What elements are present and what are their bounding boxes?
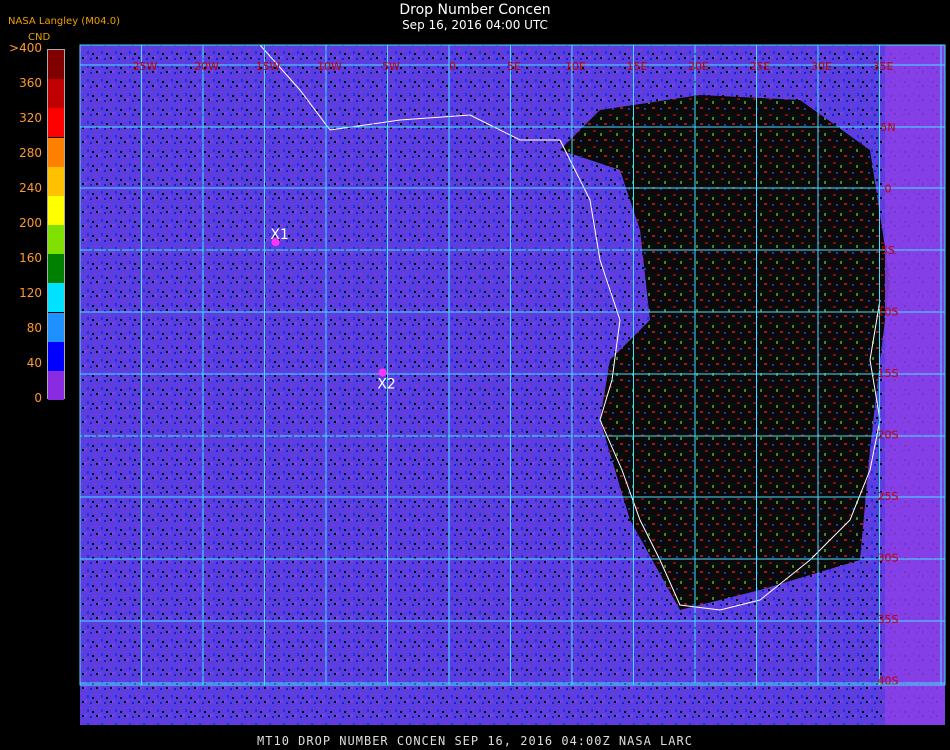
latitude-label: 40S: [878, 675, 899, 688]
longitude-label: 35E: [873, 60, 894, 73]
colorbar-segment: [48, 341, 64, 371]
colorbar-segment: [48, 79, 64, 109]
latitude-label: 30S: [878, 552, 899, 565]
longitude-label: 0: [449, 60, 456, 73]
longitude-label: 25W: [133, 60, 158, 73]
colorbar-segment: [48, 50, 64, 80]
longitude-label: 15W: [256, 60, 281, 73]
longitude-label: 5W: [382, 60, 400, 73]
colorbar-segment: [48, 254, 64, 284]
colorbar-segment: [48, 370, 64, 400]
colorbar-tick-label: 240: [19, 181, 42, 195]
colorbar-segment: [48, 137, 64, 167]
colorbar-tick-label: 160: [19, 251, 42, 265]
marker-label: X2: [377, 377, 396, 393]
latitude-label: 35S: [878, 613, 899, 626]
latitude-label: 25S: [878, 490, 899, 503]
colorbar-tick-label: 120: [19, 286, 42, 300]
colorbar-segment: [48, 108, 64, 138]
latitude-label: 15S: [878, 367, 899, 380]
map-subtitle: Sep 16, 2016 04:00 UTC: [402, 18, 548, 32]
latitude-label: 20S: [878, 429, 899, 442]
latitude-label: 5N: [880, 121, 895, 134]
colorbar-tick-label: 360: [19, 76, 42, 90]
colorbar-tick-label: >400: [9, 41, 42, 55]
colorbar: [47, 49, 65, 400]
colorbar-segment: [48, 166, 64, 196]
longitude-label: 10E: [565, 60, 586, 73]
longitude-label: 30E: [811, 60, 832, 73]
colorbar-tick-label: 40: [26, 356, 42, 370]
longitude-label: 25E: [750, 60, 771, 73]
marker-dot: [378, 368, 387, 377]
latitude-label: 10S: [878, 306, 899, 319]
longitude-label: 20W: [194, 60, 219, 73]
colorbar-tick-label: 280: [19, 146, 42, 160]
data-source-label: NASA Langley (M04.0): [8, 16, 120, 27]
satellite-map: 25W 20W 15W 10W 5W 0 5E 10E 15E 20E 25E 30E 35E 5N 0 5S…: [79, 44, 946, 725]
colorbar-tick-label: 320: [19, 111, 42, 125]
map-title: Drop Number Concen: [399, 2, 551, 18]
colorbar-segment: [48, 283, 64, 313]
longitude-label: 10W: [317, 60, 342, 73]
colorbar-tick-label: 0: [34, 391, 42, 405]
colorbar-segment: [48, 312, 64, 342]
colorbar-tick-label: 80: [26, 321, 42, 335]
latitude-label: 0: [885, 183, 892, 196]
longitude-label: 5E: [507, 60, 521, 73]
footer-caption: MT10 DROP NUMBER CONCEN SEP 16, 2016 04:…: [257, 734, 693, 748]
marker-label: X1: [270, 227, 289, 243]
colorbar-tick-label: 200: [19, 216, 42, 230]
colorbar-segment: [48, 195, 64, 225]
colorbar-segment: [48, 225, 64, 255]
longitude-label: 20E: [688, 60, 709, 73]
latitude-label: 5S: [881, 244, 895, 257]
longitude-label: 15E: [627, 60, 648, 73]
